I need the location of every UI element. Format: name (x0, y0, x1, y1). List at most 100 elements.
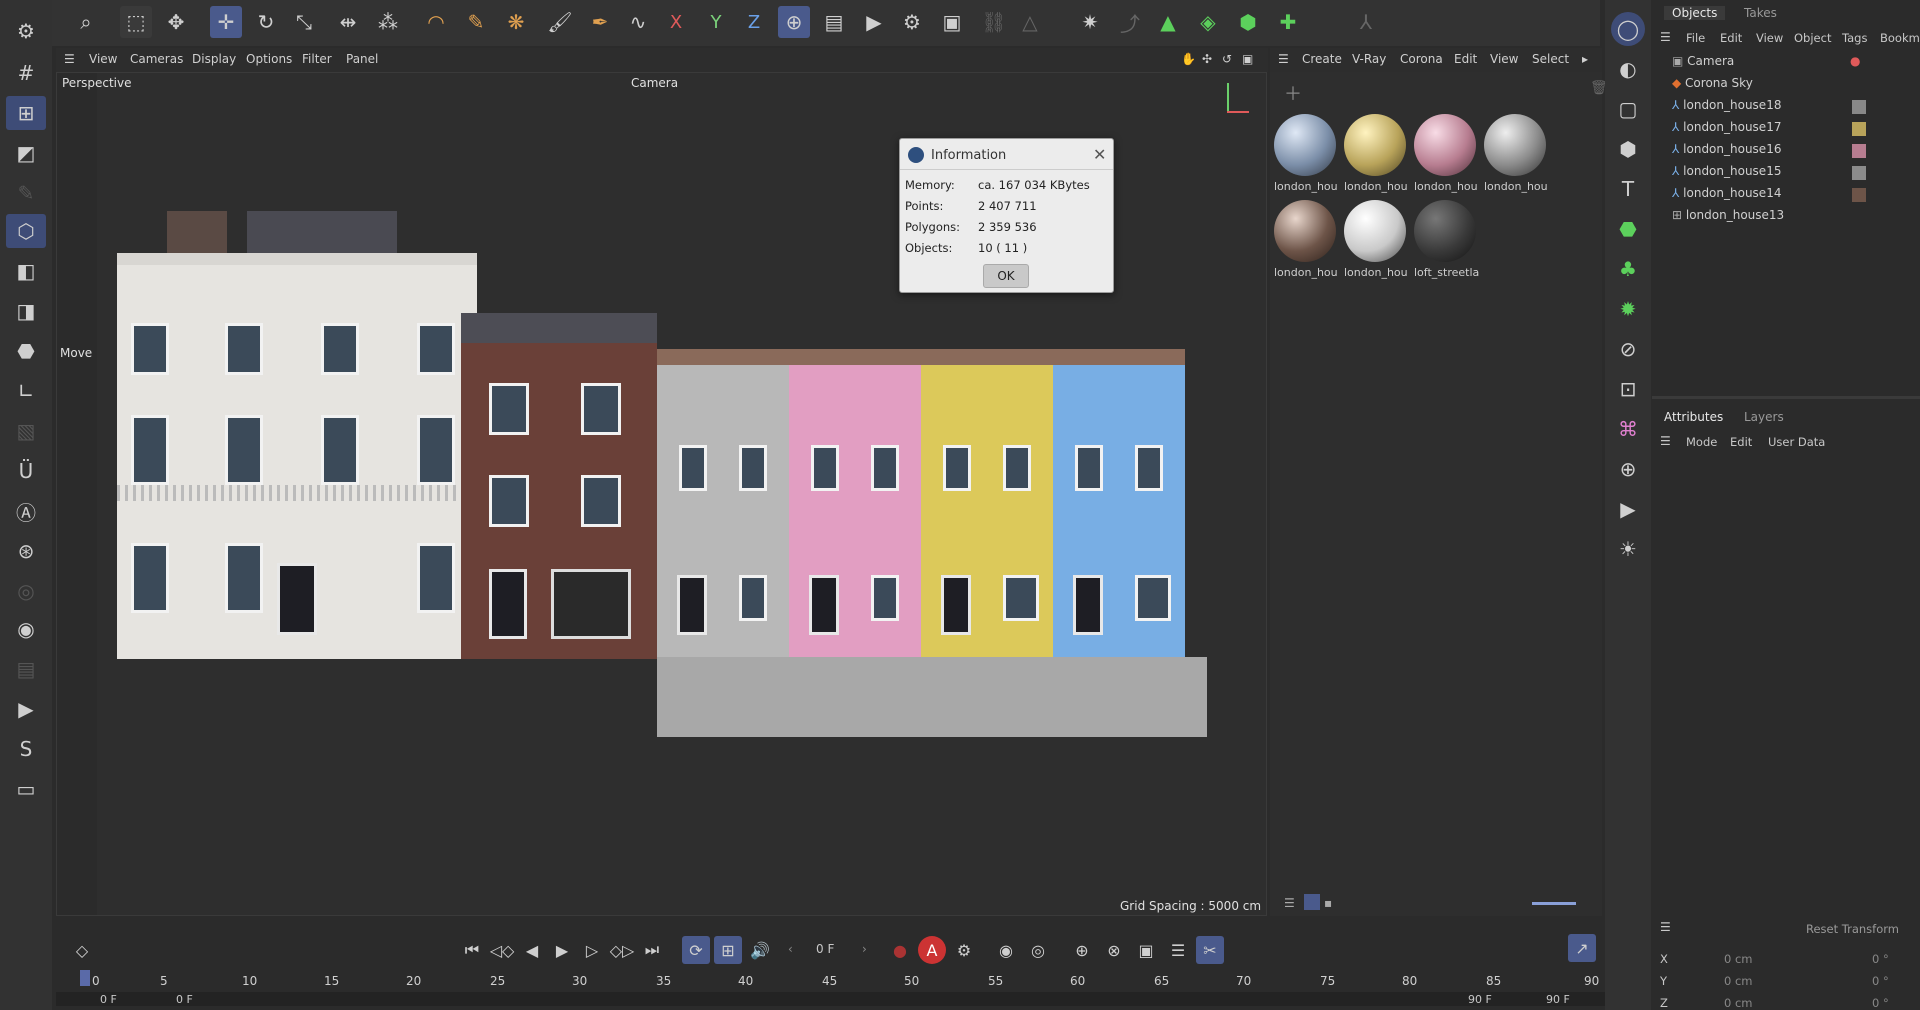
menu-file[interactable]: File (1686, 31, 1705, 45)
scale-icon[interactable]: ⤡ (288, 6, 320, 38)
menu-cameras[interactable]: Cameras (130, 52, 183, 66)
object-row-camera[interactable]: ▣ Camera ● (1672, 54, 1912, 74)
range-end-field[interactable]: 90 F (1468, 993, 1492, 1006)
material-item[interactable]: london_hou (1482, 114, 1548, 198)
render-queue-icon[interactable]: ▣ (936, 6, 968, 38)
key-pla-icon[interactable]: ▣ (1132, 936, 1160, 964)
object-row-house14[interactable]: ⅄ london_house14 (1672, 186, 1912, 206)
list-view-icon[interactable]: ☰ (1284, 896, 1295, 910)
bend-icon[interactable]: ◠ (420, 6, 452, 38)
frame-prev-arrow-icon[interactable]: ‹ (788, 942, 793, 956)
menu-panel[interactable]: Panel (346, 52, 378, 66)
object-row-house18[interactable]: ⅄ london_house18 (1672, 98, 1912, 118)
object-row-house13[interactable]: ⊞ london_house13 (1672, 208, 1912, 228)
world-coords-icon[interactable]: ⊕ (778, 6, 810, 38)
object-row-house16[interactable]: ⅄ london_house16 (1672, 142, 1912, 162)
menu-view[interactable]: View (1756, 31, 1783, 45)
sculpt-icon[interactable]: ❋ (500, 6, 532, 38)
material-item[interactable]: london_hou (1342, 200, 1408, 284)
go-to-start-icon[interactable]: ⏮ (458, 936, 486, 964)
object-mode-icon[interactable]: ⬡ (6, 214, 46, 248)
plugin-icon[interactable]: ✚ (1272, 6, 1304, 38)
tag-icon[interactable]: ⊘ (1611, 332, 1645, 366)
null-icon[interactable]: ⊡ (1611, 372, 1645, 406)
play-icon[interactable]: ▶ (6, 692, 46, 726)
tab-objects[interactable]: Objects (1664, 6, 1726, 20)
menu-bookmarks[interactable]: Bookm (1880, 31, 1920, 45)
menu-edit[interactable]: Edit (1454, 52, 1477, 66)
light-icon[interactable]: ☀ (1611, 532, 1645, 566)
menu-view[interactable]: View (1490, 52, 1518, 66)
generator-icon[interactable]: ⬣ (1611, 212, 1645, 246)
sphere-icon[interactable]: ◯ (1611, 12, 1645, 46)
material-menu-icon[interactable]: ☰ (1278, 52, 1289, 66)
square-icon[interactable]: ▢ (1611, 92, 1645, 126)
layer-icon[interactable]: ▤ (6, 652, 46, 686)
menu-filter[interactable]: Filter (302, 52, 332, 66)
menu-corona[interactable]: Corona (1400, 52, 1443, 66)
timeline-icon[interactable]: ☰ (1164, 936, 1192, 964)
maximize-icon[interactable]: ▣ (1242, 52, 1253, 66)
objects-menu-icon[interactable]: ☰ (1660, 30, 1671, 44)
range-start-field[interactable]: 0 F (100, 993, 117, 1006)
autokey-icon[interactable]: A (918, 936, 946, 964)
material-item[interactable]: london_hou (1272, 114, 1338, 198)
prev-frame-icon[interactable]: ◀ (518, 936, 546, 964)
link-icon[interactable]: ⛓ (978, 6, 1010, 38)
transform-icon[interactable]: ⇹ (332, 6, 364, 38)
camera-icon[interactable]: ▶ (1611, 492, 1645, 526)
brush-icon[interactable]: 🖌 (544, 6, 576, 38)
menu-view[interactable]: View (89, 52, 117, 66)
deformer-icon[interactable]: ✹ (1611, 292, 1645, 326)
object-row-house15[interactable]: ⅄ london_house15 (1672, 164, 1912, 184)
next-key-icon[interactable]: ◇▷ (608, 936, 636, 964)
render-icon[interactable]: ▶ (858, 6, 890, 38)
range-start2-field[interactable]: 0 F (176, 993, 193, 1006)
cube-icon[interactable]: ⬢ (1232, 6, 1264, 38)
render-view-icon[interactable]: ▤ (818, 6, 850, 38)
record-icon[interactable]: ● (886, 936, 914, 964)
motion-tool-icon[interactable]: ✂ (1196, 936, 1224, 964)
tab-takes[interactable]: Takes (1744, 6, 1777, 20)
figure-icon[interactable]: ⅄ (1350, 6, 1382, 38)
menu-create[interactable]: Create (1302, 52, 1342, 66)
text-tool-icon[interactable]: Ⓐ (6, 494, 46, 528)
graph-icon[interactable]: ↗ (1568, 934, 1596, 962)
range-end2-field[interactable]: 90 F (1546, 993, 1570, 1006)
sound-icon[interactable]: 🔊 (746, 936, 774, 964)
material-item[interactable]: london_hou (1412, 114, 1478, 198)
menu-display[interactable]: Display (192, 52, 236, 66)
cloner-icon[interactable]: ♣ (1611, 252, 1645, 286)
cube-group-icon[interactable]: ◈ (1192, 6, 1224, 38)
grid-view-icon[interactable] (1304, 894, 1320, 910)
tab-layers[interactable]: Layers (1744, 410, 1784, 424)
folder-icon[interactable]: ▭ (6, 772, 46, 806)
axis-x-button[interactable]: X (660, 6, 692, 38)
snap-icon[interactable]: ⁂ (372, 6, 404, 38)
panel-splitter[interactable] (1652, 396, 1920, 399)
search-icon[interactable]: ⌕ (70, 6, 102, 38)
menu-vray[interactable]: V-Ray (1352, 52, 1386, 66)
material-item[interactable]: london_hou (1272, 200, 1338, 284)
current-frame-field[interactable]: 0 F (816, 942, 834, 956)
object-row-corona-sky[interactable]: ◆ Corona Sky (1672, 76, 1912, 96)
edit-mode-icon[interactable]: ⚙ (6, 14, 46, 48)
grid-icon[interactable]: # (6, 56, 46, 90)
view-icon[interactable]: ◉ (6, 612, 46, 646)
key-settings-icon[interactable]: ⚙ (950, 936, 978, 964)
menu-user-data[interactable]: User Data (1768, 435, 1825, 449)
reset-transform-button[interactable]: Reset Transform (1806, 922, 1899, 936)
menu-object[interactable]: Object (1794, 31, 1831, 45)
key-position-icon[interactable]: ◉ (992, 936, 1020, 964)
primitive-icon[interactable]: ◐ (1611, 52, 1645, 86)
orbit-icon[interactable]: ↺ (1222, 52, 1232, 66)
warning-icon[interactable]: △ (1014, 6, 1046, 38)
key-scale-icon[interactable]: ⊕ (1068, 936, 1096, 964)
coord-rot-x[interactable]: 0 ° (1872, 952, 1889, 966)
tweak-mode-icon[interactable]: ▧ (6, 414, 46, 448)
coords-menu-icon[interactable]: ☰ (1660, 920, 1671, 934)
ok-button[interactable]: OK (983, 264, 1029, 288)
solo-icon[interactable]: ◎ (6, 574, 46, 608)
coord-rot-y[interactable]: 0 ° (1872, 974, 1889, 988)
script-icon[interactable]: S (6, 732, 46, 766)
